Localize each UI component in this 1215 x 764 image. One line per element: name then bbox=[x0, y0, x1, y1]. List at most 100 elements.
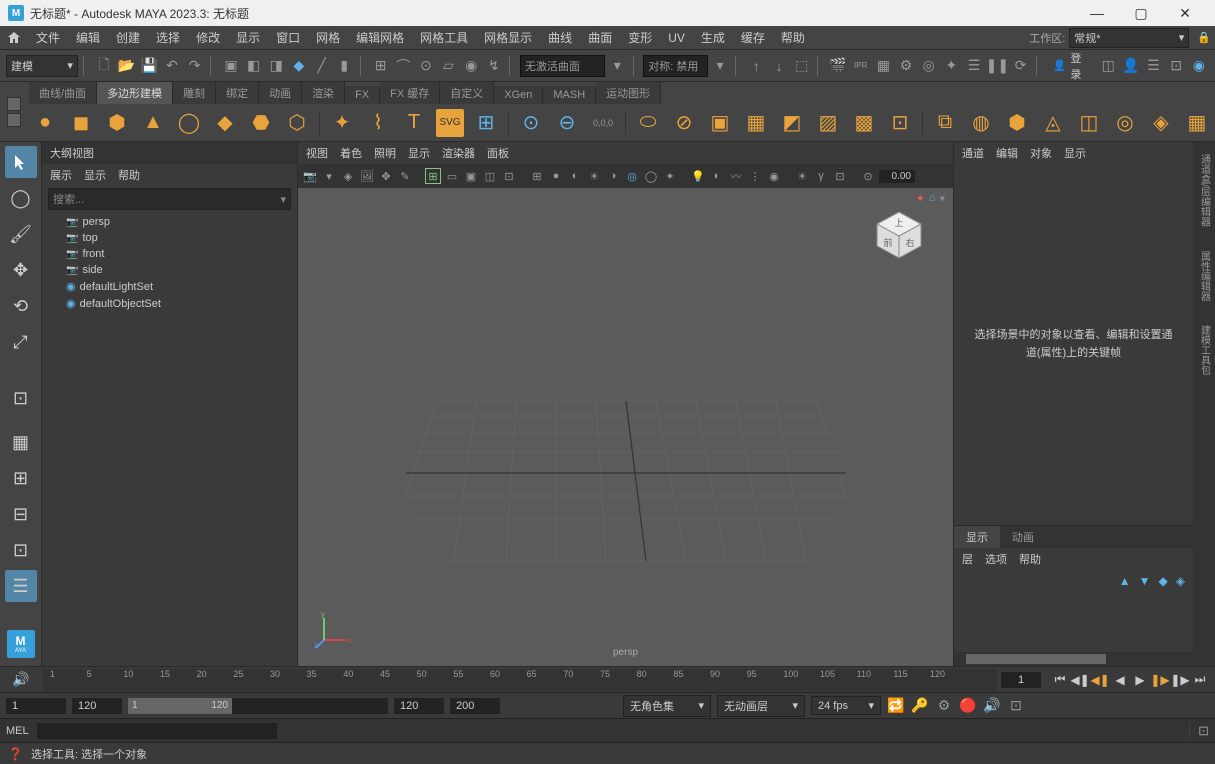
go-end-icon[interactable]: ⏭ bbox=[1191, 671, 1209, 689]
outliner-menu-display[interactable]: 显示 bbox=[84, 167, 106, 183]
vt-gate-mask-icon[interactable]: ◫ bbox=[482, 168, 498, 184]
range-end-field[interactable]: 120 bbox=[72, 698, 122, 714]
poly-plane-icon[interactable]: ◆ bbox=[211, 109, 239, 137]
scale-tool[interactable]: ⤢ bbox=[5, 326, 37, 358]
home-icon[interactable] bbox=[4, 28, 24, 48]
layer-menu-layers[interactable]: 层 bbox=[962, 551, 973, 567]
shelf-tab-sculpt[interactable]: 雕刻 bbox=[173, 82, 216, 104]
select-component-icon[interactable]: ◨ bbox=[266, 55, 287, 77]
vt-motion-blur-icon[interactable]: 〰 bbox=[728, 168, 744, 184]
last-tool[interactable]: ⊡ bbox=[5, 382, 37, 414]
outliner-item-side[interactable]: 📷side bbox=[46, 262, 293, 278]
vt-smooth-shade-icon[interactable]: ● bbox=[548, 168, 564, 184]
vt-grid-icon[interactable]: ⊞ bbox=[425, 168, 441, 184]
snap-curve-icon[interactable]: ⌒ bbox=[393, 55, 414, 77]
lock-icon[interactable]: 🔒 bbox=[1197, 31, 1211, 44]
layer-new-selected-icon[interactable]: ◈ bbox=[1176, 574, 1185, 588]
viewport-menu-view[interactable]: 视图 bbox=[306, 145, 328, 161]
viewport-menu-shading[interactable]: 着色 bbox=[340, 145, 362, 161]
shelf-tab-rendering[interactable]: 渲染 bbox=[302, 82, 345, 104]
vt-dof-icon[interactable]: ◉ bbox=[766, 168, 782, 184]
vt-exposure-icon[interactable]: ☀ bbox=[794, 168, 810, 184]
paint-select-tool[interactable]: 🖌 bbox=[5, 218, 37, 250]
vt-multisample-icon[interactable]: ⋮ bbox=[747, 168, 763, 184]
viewcube-home-icon[interactable]: ⌂ bbox=[929, 192, 936, 205]
outliner-search[interactable]: 搜索...▾ bbox=[48, 188, 291, 210]
set-key-icon[interactable]: 🔴 bbox=[959, 697, 977, 714]
quadrangulate-icon[interactable]: ◫ bbox=[1075, 109, 1103, 137]
snap-live-icon[interactable]: ◉ bbox=[461, 55, 482, 77]
login-button[interactable]: 👤登录 bbox=[1047, 48, 1096, 84]
step-forward-key-icon[interactable]: ❚▶ bbox=[1171, 671, 1189, 689]
poly-type-icon[interactable]: T bbox=[400, 109, 428, 137]
step-back-icon[interactable]: ◀❚ bbox=[1091, 671, 1109, 689]
loop-icon[interactable]: 🔁 bbox=[887, 697, 905, 714]
vt-field-chart-icon[interactable]: ⊡ bbox=[501, 168, 517, 184]
vt-select-camera-icon[interactable]: 📷 bbox=[302, 168, 318, 184]
select-object-icon[interactable]: ◧ bbox=[243, 55, 264, 77]
menu-mesh[interactable]: 网格 bbox=[308, 26, 348, 49]
layer-movedown-icon[interactable]: ▼ bbox=[1139, 574, 1151, 588]
redo-icon[interactable]: ↷ bbox=[184, 55, 205, 77]
anim-layer-dropdown[interactable]: 无动画层▾ bbox=[717, 695, 805, 717]
minimize-button[interactable]: — bbox=[1075, 0, 1119, 26]
vt-wireframe-icon[interactable]: ⊞ bbox=[529, 168, 545, 184]
layer-menu-help[interactable]: 帮助 bbox=[1019, 551, 1041, 567]
channel-box-icon[interactable]: ◉ bbox=[1189, 55, 1210, 77]
connect-icon[interactable]: ⊡ bbox=[886, 109, 914, 137]
menu-file[interactable]: 文件 bbox=[28, 26, 68, 49]
channelbox-scrollbar[interactable] bbox=[954, 652, 1193, 666]
menu-edit[interactable]: 编辑 bbox=[68, 26, 108, 49]
new-scene-icon[interactable]: 🗋 bbox=[94, 55, 115, 77]
shelf-tab-rigging[interactable]: 绑定 bbox=[216, 82, 259, 104]
menu-surfaces[interactable]: 曲面 bbox=[580, 26, 620, 49]
playback-start-field[interactable]: 120 bbox=[394, 698, 444, 714]
render-toggle-icon[interactable]: ⟳ bbox=[1010, 55, 1031, 77]
menu-uv[interactable]: UV bbox=[660, 28, 693, 48]
range-track[interactable]: 1120 bbox=[128, 698, 388, 714]
vt-gamma-icon[interactable]: γ bbox=[813, 168, 829, 184]
menu-generate[interactable]: 生成 bbox=[693, 26, 733, 49]
sidebar-tab-modeling[interactable]: 建模工具包 bbox=[1195, 321, 1214, 379]
current-frame-field[interactable]: 1 bbox=[1001, 672, 1041, 688]
outliner-item-front[interactable]: 📷front bbox=[46, 246, 293, 262]
multicut-icon[interactable]: ▨ bbox=[814, 109, 842, 137]
fps-dropdown[interactable]: 24 fps▾ bbox=[811, 696, 881, 715]
outliner-menu-show[interactable]: 展示 bbox=[50, 167, 72, 183]
shelf-tab-curves[interactable]: 曲线/曲面 bbox=[29, 82, 97, 104]
ipr-icon[interactable]: IPR bbox=[850, 55, 871, 77]
extrude-icon[interactable]: ▣ bbox=[706, 109, 734, 137]
shelf-tab-polymodel[interactable]: 多边形建模 bbox=[97, 82, 173, 104]
vt-shadows-icon[interactable]: ◑ bbox=[605, 168, 621, 184]
construction-history-icon[interactable]: ⬚ bbox=[791, 55, 812, 77]
boolean-icon[interactable]: ⬢ bbox=[1003, 109, 1031, 137]
symmetry-icon[interactable]: ⊖ bbox=[553, 109, 581, 137]
modeling-toolkit-icon[interactable]: ◫ bbox=[1098, 55, 1119, 77]
layer-tab-anim[interactable]: 动画 bbox=[1000, 526, 1046, 548]
layer-new-empty-icon[interactable]: ◆ bbox=[1159, 574, 1168, 588]
vt-ao-icon[interactable]: ◐ bbox=[709, 168, 725, 184]
viewcube[interactable]: 上 前 右 bbox=[869, 204, 929, 264]
vt-exposure-reset-icon[interactable]: ⊙ bbox=[860, 168, 876, 184]
menu-set-dropdown[interactable]: 建模▾ bbox=[6, 55, 78, 77]
outliner-item-top[interactable]: 📷top bbox=[46, 230, 293, 246]
vt-2d-pan-icon[interactable]: ✥ bbox=[378, 168, 394, 184]
retopo-icon[interactable]: ▦ bbox=[1183, 109, 1211, 137]
viewport-canvas[interactable]: ✦ ⌂ ▾ 上 前 右 bbox=[298, 188, 953, 666]
vt-xray-icon[interactable]: ◯ bbox=[643, 168, 659, 184]
viewcube-menu-icon[interactable]: ▾ bbox=[939, 192, 945, 205]
tool-settings-icon[interactable]: ⊡ bbox=[1166, 55, 1187, 77]
shelf-tab-custom[interactable]: 自定义 bbox=[440, 82, 494, 104]
select-tool[interactable] bbox=[5, 146, 37, 178]
vt-lock-camera-icon[interactable]: ▾ bbox=[321, 168, 337, 184]
cb-menu-show[interactable]: 显示 bbox=[1064, 145, 1086, 161]
menu-edit-mesh[interactable]: 编辑网格 bbox=[348, 26, 412, 49]
vt-image-plane-icon[interactable]: 🖼 bbox=[359, 168, 375, 184]
select-hierarchy-icon[interactable]: ▣ bbox=[221, 55, 242, 77]
fill-hole-icon[interactable]: ◎ bbox=[1111, 109, 1139, 137]
outliner-item-objectset[interactable]: ◉defaultObjectSet bbox=[46, 295, 293, 312]
workspace-dropdown[interactable]: 常规*▾ bbox=[1069, 28, 1189, 48]
poly-sphere-icon[interactable]: ● bbox=[31, 109, 59, 137]
vt-bookmark-icon[interactable]: ◈ bbox=[340, 168, 356, 184]
menu-display[interactable]: 显示 bbox=[228, 26, 268, 49]
